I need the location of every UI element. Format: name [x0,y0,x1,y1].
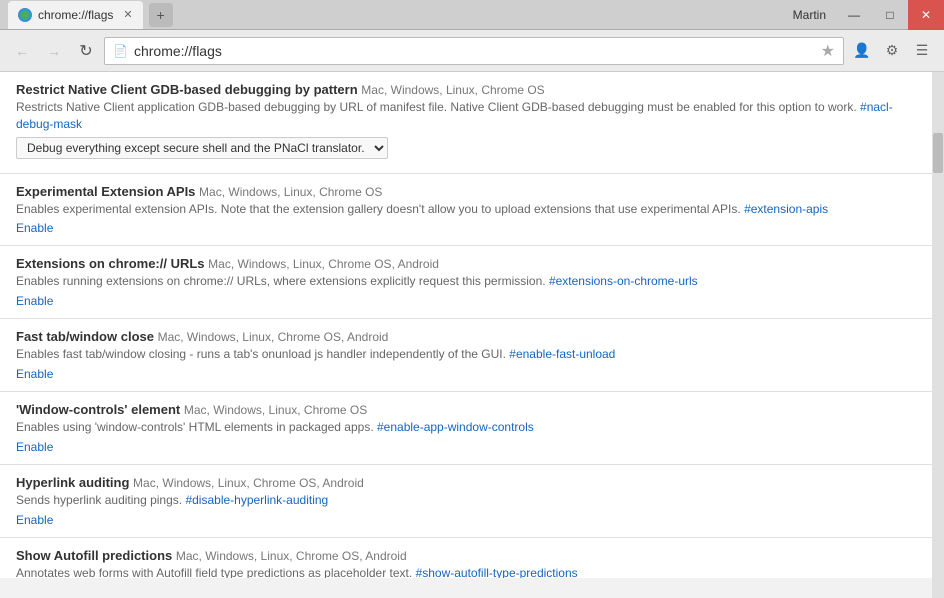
flags-content: Restrict Native Client GDB-based debuggi… [0,72,932,578]
flag-item-restrict-native-client: Restrict Native Client GDB-based debuggi… [0,72,932,174]
flag-anchor-4[interactable]: #enable-app-window-controls [377,420,534,434]
flag-dropdown-0: Debug everything except secure shell and… [16,137,916,159]
flag-platform-4: Mac, Windows, Linux, Chrome OS [184,403,367,417]
flag-enable-5[interactable]: Enable [16,513,53,527]
flag-item-experimental-extension-apis: Experimental Extension APIs Mac, Windows… [0,174,932,247]
flags-list: Restrict Native Client GDB-based debuggi… [0,72,932,578]
flag-anchor-3[interactable]: #enable-fast-unload [509,347,615,361]
back-button[interactable]: ← [8,37,36,65]
flag-enable-3[interactable]: Enable [16,367,53,381]
close-button[interactable]: ✕ [908,0,944,30]
flag-title-6: Show Autofill predictions Mac, Windows, … [16,548,916,563]
flag-platform-3: Mac, Windows, Linux, Chrome OS, Android [158,330,389,344]
flag-title-2: Extensions on chrome:// URLs Mac, Window… [16,256,916,271]
minimize-button[interactable]: — [836,0,872,30]
main-area: Restrict Native Client GDB-based debuggi… [0,72,944,598]
refresh-button[interactable]: ↻ [72,37,100,65]
maximize-button[interactable]: □ [872,0,908,30]
titlebar: chrome://flags ✕ + Martin — □ ✕ [0,0,944,30]
content-area: Restrict Native Client GDB-based debuggi… [0,72,932,598]
menu-button[interactable]: ☰ [908,37,936,65]
tab-favicon [18,8,32,22]
tab-label: chrome://flags [38,8,113,22]
flag-title-restrict-native-client: Restrict Native Client GDB-based debuggi… [16,82,916,97]
flag-item-show-autofill: Show Autofill predictions Mac, Windows, … [0,538,932,578]
toolbar-icons: 👤 ⚙ ☰ [848,37,936,65]
tab-close-button[interactable]: ✕ [123,8,132,21]
titlebar-left: chrome://flags ✕ + [8,1,173,29]
bookmark-star-icon[interactable]: ★ [821,41,835,61]
flag-item-window-controls: 'Window-controls' element Mac, Windows, … [0,392,932,465]
flag-title-1: Experimental Extension APIs Mac, Windows… [16,184,916,199]
flag-desc-5: Sends hyperlink auditing pings. #disable… [16,492,916,509]
flag-anchor-6[interactable]: #show-autofill-type-predictions [416,566,578,578]
flag-desc-1: Enables experimental extension APIs. Not… [16,201,916,218]
flag-anchor-2[interactable]: #extensions-on-chrome-urls [549,274,698,288]
flag-desc-4: Enables using 'window-controls' HTML ele… [16,419,916,436]
flag-platform-5: Mac, Windows, Linux, Chrome OS, Android [133,476,364,490]
new-tab-button[interactable]: + [149,3,173,27]
scrollbar-thumb[interactable] [933,133,943,173]
scrollbar-track[interactable] [932,72,944,598]
extension-icon-2[interactable]: ⚙ [878,37,906,65]
flag-desc-2: Enables running extensions on chrome:// … [16,273,916,290]
toolbar: ← → ↻ 📄 chrome://flags ★ 👤 ⚙ ☰ [0,30,944,72]
flag-platform-6: Mac, Windows, Linux, Chrome OS, Android [176,549,407,563]
flag-item-extensions-on-chrome-urls: Extensions on chrome:// URLs Mac, Window… [0,246,932,319]
flag-platform-2: Mac, Windows, Linux, Chrome OS, Android [208,257,439,271]
flag-desc-0: Restricts Native Client application GDB-… [16,99,916,133]
titlebar-right: Martin — □ ✕ [783,0,944,30]
user-name: Martin [783,8,836,22]
flag-enable-4[interactable]: Enable [16,440,53,454]
flag-select-0[interactable]: Debug everything except secure shell and… [16,137,388,159]
extension-icon-1[interactable]: 👤 [848,37,876,65]
flag-platform-0: Mac, Windows, Linux, Chrome OS [361,83,544,97]
flag-title-4: 'Window-controls' element Mac, Windows, … [16,402,916,417]
address-bar[interactable]: 📄 chrome://flags ★ [104,37,844,65]
flag-enable-2[interactable]: Enable [16,294,53,308]
flag-item-hyperlink-auditing: Hyperlink auditing Mac, Windows, Linux, … [0,465,932,538]
page-icon: 📄 [113,44,128,58]
flag-desc-3: Enables fast tab/window closing - runs a… [16,346,916,363]
url-text: chrome://flags [134,43,815,59]
flag-title-3: Fast tab/window close Mac, Windows, Linu… [16,329,916,344]
forward-button[interactable]: → [40,37,68,65]
flag-anchor-1[interactable]: #extension-apis [744,202,828,216]
flag-desc-6: Annotates web forms with Autofill field … [16,565,916,578]
flag-title-5: Hyperlink auditing Mac, Windows, Linux, … [16,475,916,490]
flag-platform-1: Mac, Windows, Linux, Chrome OS [199,185,382,199]
flag-item-fast-tab-close: Fast tab/window close Mac, Windows, Linu… [0,319,932,392]
flag-enable-1[interactable]: Enable [16,221,53,235]
flag-anchor-5[interactable]: #disable-hyperlink-auditing [185,493,328,507]
active-tab[interactable]: chrome://flags ✕ [8,1,143,29]
